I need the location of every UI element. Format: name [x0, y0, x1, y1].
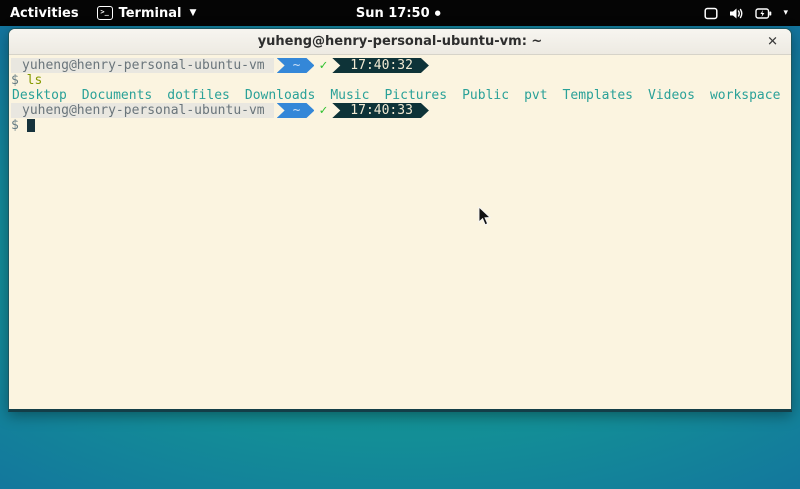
chevron-down-icon: ▾ [783, 8, 788, 18]
check-icon: ✓ [319, 58, 327, 73]
check-icon: ✓ [319, 103, 327, 118]
directory-name: Downloads [245, 88, 315, 103]
window-titlebar[interactable]: yuheng@henry-personal-ubuntu-vm: ~ ✕ [9, 29, 791, 55]
screen-icon [704, 7, 718, 20]
directory-name: pvt [524, 88, 547, 103]
shell-prompt: $ [11, 73, 19, 88]
app-menu-label: Terminal [119, 6, 182, 21]
shell-prompt: $ [11, 118, 19, 133]
prompt-cwd-segment: ~ [277, 103, 315, 118]
typed-command: ls [27, 73, 43, 88]
directory-name: Pictures [384, 88, 447, 103]
command-line-active[interactable]: $ [11, 118, 789, 133]
top-bar: Activities >_ Terminal ▼ Sun 17:50 ● [0, 0, 800, 26]
terminal-content[interactable]: yuheng@henry-personal-ubuntu-vm ~ ✓ 17:4… [9, 55, 791, 409]
prompt-time-segment: 17:40:32 [332, 58, 429, 73]
prompt-userhost: yuheng@henry-personal-ubuntu-vm [11, 103, 274, 118]
volume-icon [729, 7, 744, 20]
chevron-down-icon: ▼ [189, 8, 196, 18]
clock-menu[interactable]: Sun 17:50 ● [356, 6, 441, 21]
terminal-icon: >_ [97, 6, 113, 20]
ls-output-line: Desktop Documents dotfiles Downloads Mus… [11, 88, 789, 103]
directory-name: Public [462, 88, 509, 103]
directory-name: Music [330, 88, 369, 103]
prompt-cwd-segment: ~ [277, 58, 315, 73]
prompt-line: yuheng@henry-personal-ubuntu-vm ~ ✓ 17:4… [11, 58, 789, 73]
terminal-window: yuheng@henry-personal-ubuntu-vm: ~ ✕ yuh… [8, 28, 792, 412]
directory-name: Documents [82, 88, 152, 103]
directory-name: Desktop [12, 88, 67, 103]
directory-name: dotfiles [167, 88, 230, 103]
directory-name: Templates [563, 88, 633, 103]
window-title: yuheng@henry-personal-ubuntu-vm: ~ [258, 34, 543, 49]
activities-button[interactable]: Activities [10, 6, 79, 21]
notification-dot-icon: ● [435, 10, 441, 17]
directory-name: workspace [710, 88, 780, 103]
close-icon[interactable]: ✕ [767, 35, 778, 48]
directory-name: Videos [648, 88, 695, 103]
app-menu[interactable]: >_ Terminal ▼ [97, 6, 197, 21]
prompt-userhost: yuheng@henry-personal-ubuntu-vm [11, 58, 274, 73]
mouse-cursor [478, 207, 492, 227]
battery-charging-icon [755, 7, 772, 20]
desktop: { "topbar": { "activities_label": "Activ… [0, 0, 800, 489]
clock-label: Sun 17:50 [356, 6, 430, 21]
prompt-line: yuheng@henry-personal-ubuntu-vm ~ ✓ 17:4… [11, 103, 789, 118]
system-status-menu[interactable]: ▾ [704, 7, 788, 20]
prompt-time-segment: 17:40:33 [332, 103, 429, 118]
command-line: $ ls [11, 73, 789, 88]
terminal-cursor [27, 119, 35, 132]
